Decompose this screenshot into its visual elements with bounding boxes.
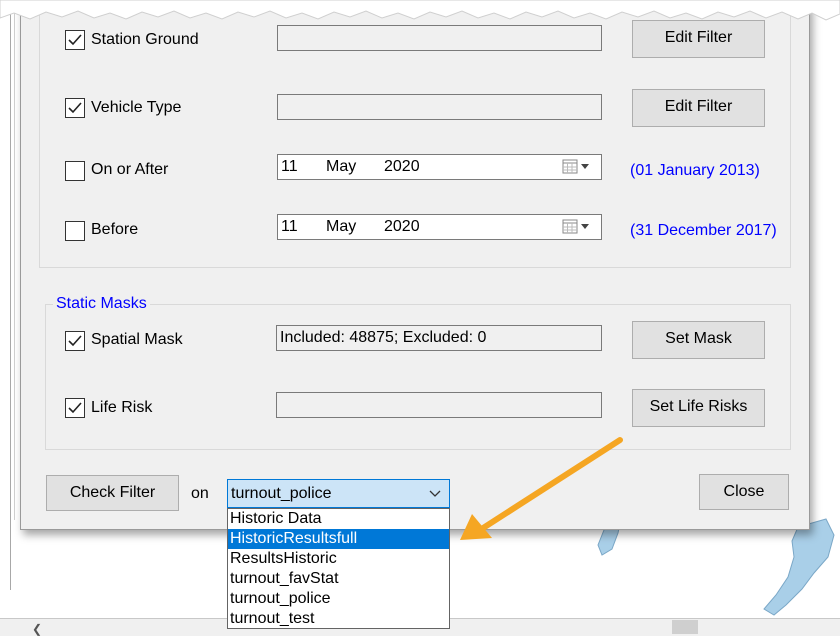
check-filter-button[interactable]: Check Filter: [46, 475, 179, 511]
dropdown-option-highlighted[interactable]: HistoricResultsfull: [228, 529, 449, 549]
calendar-dropdown-icon[interactable]: [562, 219, 594, 235]
scrollbar-thumb[interactable]: [672, 620, 698, 634]
background-window-edge-inner: [14, 0, 15, 520]
spatial-mask-field: Included: 48875; Excluded: 0: [276, 325, 602, 351]
torn-edge: [0, 0, 840, 21]
dropdown-option[interactable]: turnout_police: [228, 589, 449, 609]
spatial-mask-label: Spatial Mask: [91, 331, 183, 348]
station-ground-label: Station Ground: [91, 31, 199, 48]
on-or-after-hint: (01 January 2013): [630, 162, 760, 179]
on-or-after-date-picker[interactable]: 11 May 2020: [277, 154, 602, 180]
set-mask-button[interactable]: Set Mask: [632, 321, 765, 359]
static-masks-title: Static Masks: [53, 295, 150, 313]
results-table-select[interactable]: turnout_police: [227, 479, 450, 508]
chevron-down-icon[interactable]: [429, 480, 441, 507]
before-label: Before: [91, 221, 139, 238]
on-or-after-checkbox[interactable]: [65, 161, 85, 181]
edit-vehicle-filter-button[interactable]: Edit Filter: [632, 89, 765, 127]
before-checkbox[interactable]: [65, 221, 85, 241]
results-table-dropdown-list[interactable]: Historic Data HistoricResultsfull Result…: [227, 508, 450, 629]
dropdown-option[interactable]: ResultsHistoric: [228, 549, 449, 569]
on-label: on: [191, 485, 209, 502]
date-year[interactable]: 2020: [384, 215, 420, 239]
checkmark-icon: [68, 34, 82, 46]
date-month[interactable]: May: [326, 215, 356, 239]
before-date-picker[interactable]: 11 May 2020: [277, 214, 602, 240]
checkmark-icon: [68, 335, 82, 347]
dropdown-option[interactable]: turnout_favStat: [228, 569, 449, 589]
life-risk-field: [276, 392, 602, 418]
date-year[interactable]: 2020: [384, 155, 420, 179]
checkmark-icon: [68, 102, 82, 114]
background-window-edge: [10, 0, 11, 590]
annotation-arrow-icon: [460, 437, 623, 540]
scroll-left-icon[interactable]: ❮: [32, 622, 42, 636]
date-day[interactable]: 11: [281, 155, 298, 179]
date-day[interactable]: 11: [281, 215, 298, 239]
date-month[interactable]: May: [326, 155, 356, 179]
vehicle-type-field: [277, 94, 602, 120]
before-hint: (31 December 2017): [630, 222, 777, 239]
close-button[interactable]: Close: [699, 474, 789, 510]
station-ground-checkbox[interactable]: [65, 30, 85, 50]
dropdown-option[interactable]: Historic Data: [228, 509, 449, 529]
on-or-after-label: On or After: [91, 161, 169, 178]
life-risk-label: Life Risk: [91, 399, 153, 416]
calendar-dropdown-icon[interactable]: [562, 159, 594, 175]
set-life-risks-button[interactable]: Set Life Risks: [632, 389, 765, 427]
results-table-selected-value: turnout_police: [231, 485, 332, 502]
spatial-mask-checkbox[interactable]: [65, 331, 85, 351]
vehicle-type-label: Vehicle Type: [91, 99, 182, 116]
dropdown-option[interactable]: turnout_test: [228, 609, 449, 629]
vehicle-type-checkbox[interactable]: [65, 98, 85, 118]
life-risk-checkbox[interactable]: [65, 398, 85, 418]
checkmark-icon: [68, 402, 82, 414]
